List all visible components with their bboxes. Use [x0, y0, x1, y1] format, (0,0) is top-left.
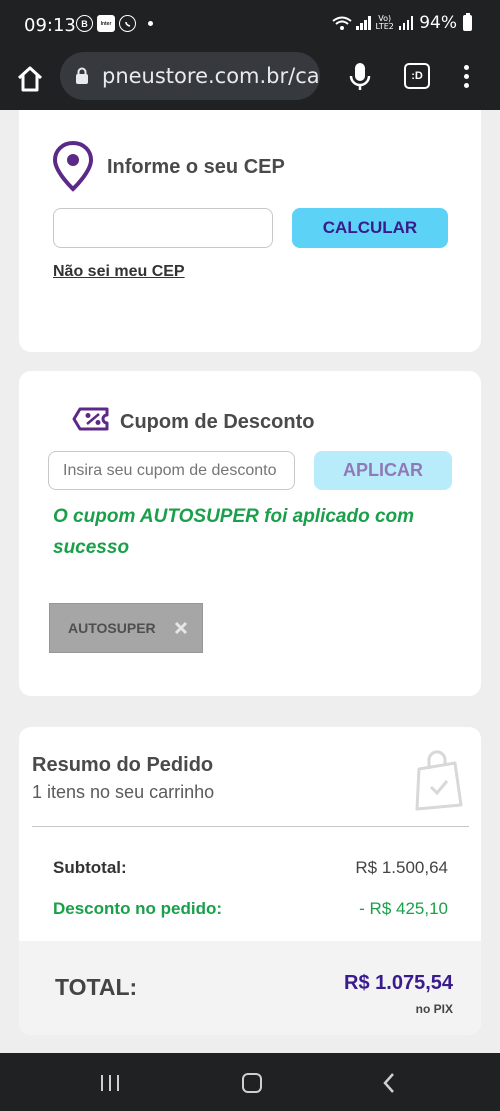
more-options-icon[interactable] [460, 63, 472, 91]
subtotal-row: Subtotal: R$ 1.500,64 [53, 858, 448, 878]
volte-label: Vo) LTE2 [375, 14, 394, 31]
discount-value: - R$ 425,10 [359, 899, 448, 918]
total-section: TOTAL: R$ 1.075,54 no PIX [19, 941, 481, 1035]
wifi-icon [332, 16, 352, 30]
total-value: R$ 1.075,54 [344, 972, 453, 994]
battery-percentage: 94% [419, 13, 457, 33]
cart-item-count: 1 itens no seu carrinho [32, 782, 215, 802]
status-time: 09:13 [24, 15, 76, 36]
site-info-icon[interactable] [74, 67, 90, 85]
applied-coupon-code: AUTOSUPER [68, 620, 156, 636]
system-indicators: Vo) LTE2 94% [332, 13, 472, 33]
browser-toolbar: pneustore.com.br/cart :D [0, 50, 500, 110]
signal-icon [356, 16, 371, 30]
signal-icon-2 [398, 16, 414, 30]
cep-title: Informe o seu CEP [107, 156, 285, 178]
cep-card: Informe o seu CEP CALCULAR Não sei meu C… [19, 110, 481, 352]
coupon-success-message: O cupom AUTOSUPER foi aplicado com suces… [53, 506, 415, 558]
coupon-card: Cupom de Desconto Insira seu cupom de de… [19, 371, 481, 696]
whatsapp-icon [119, 15, 136, 32]
inter-icon: Inter [97, 15, 115, 32]
cep-input[interactable] [53, 208, 273, 248]
home-nav-icon[interactable] [242, 1073, 262, 1093]
discount-row: Desconto no pedido: - R$ 425,10 [53, 899, 448, 919]
apply-button[interactable]: APLICAR [314, 451, 452, 490]
page-content: Informe o seu CEP CALCULAR Não sei meu C… [0, 110, 500, 1053]
order-summary-card: Resumo do Pedido 1 itens no seu carrinho… [19, 727, 481, 1035]
summary-title: Resumo do Pedido [32, 754, 214, 776]
address-bar[interactable]: pneustore.com.br/cart [60, 52, 320, 100]
shopping-bag-icon [415, 750, 463, 811]
total-payment-note: no PIX [415, 1002, 453, 1016]
coupon-ticket-icon [72, 407, 109, 431]
calculate-button[interactable]: CALCULAR [292, 208, 448, 248]
unknown-cep-link[interactable]: Não sei meu CEP [53, 263, 185, 281]
remove-coupon-icon[interactable] [174, 621, 188, 635]
coupon-title: Cupom de Desconto [120, 411, 315, 433]
home-icon[interactable] [14, 63, 46, 95]
microphone-icon[interactable] [347, 62, 373, 92]
summary-divider [32, 826, 469, 827]
subtotal-value: R$ 1.500,64 [355, 858, 448, 877]
b-icon: B [76, 15, 93, 32]
tabs-button[interactable]: :D [404, 63, 430, 89]
notification-icons: B Inter [76, 15, 153, 32]
system-navigation-bar [0, 1053, 500, 1111]
location-pin-icon [52, 140, 94, 192]
battery-icon [463, 13, 472, 31]
recent-apps-icon[interactable] [101, 1075, 119, 1091]
discount-label: Desconto no pedido: [53, 899, 223, 918]
back-icon[interactable] [382, 1072, 396, 1094]
coupon-input[interactable]: Insira seu cupom de desconto [48, 451, 295, 490]
status-bar: 09:13 B Inter Vo) LTE2 94% [0, 0, 500, 50]
more-notifications-dot [148, 21, 153, 26]
applied-coupon-tag: AUTOSUPER [49, 603, 203, 653]
total-label: TOTAL: [55, 974, 138, 1000]
url-text[interactable]: pneustore.com.br/cart [102, 64, 320, 88]
subtotal-label: Subtotal: [53, 858, 127, 877]
